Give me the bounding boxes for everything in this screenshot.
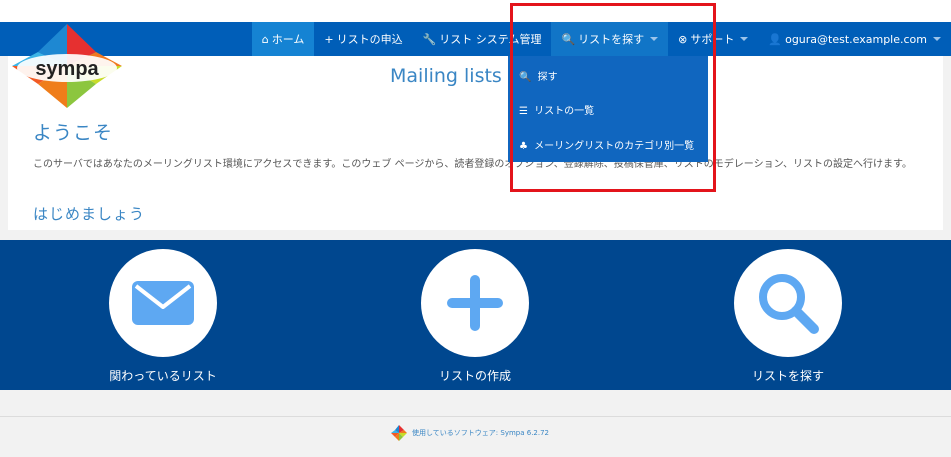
search-icon (759, 274, 819, 334)
welcome-heading: ようこそ (33, 122, 114, 144)
feature-my-lists-label: 関わっているリスト (109, 369, 217, 383)
envelope-icon (132, 281, 194, 325)
welcome-description: このサーバではあなたのメーリングリスト環境にアクセスできます。このウェブ ページ… (33, 159, 912, 170)
feature-create-list-label: リストの作成 (438, 369, 511, 383)
logo-text: sympa (35, 58, 99, 80)
feature-my-lists[interactable]: 関わっているリスト (93, 249, 233, 384)
feature-create-list-circle (421, 249, 529, 357)
get-started-heading: はじめましょう (33, 205, 146, 223)
footer-software-link[interactable]: 使用しているソフトウェア: Sympa 6.2.72 (412, 428, 549, 438)
plus-icon: + (324, 32, 334, 46)
feature-create-list[interactable]: リストの作成 (405, 249, 545, 384)
feature-search-lists-label: リストを探す (751, 369, 824, 383)
home-icon: ⌂ (261, 32, 269, 46)
nav-home[interactable]: ⌂ ホーム (251, 22, 315, 56)
navbar: ⌂ ホーム + リストの申込 🔧 リスト システム管理 🔍 リストを探す ⊗ サ… (0, 22, 951, 56)
user-icon: 👤 (768, 32, 783, 46)
highlight-box (510, 3, 716, 192)
wrench-icon: 🔧 (422, 32, 437, 46)
top-strip (0, 0, 951, 22)
chevron-down-icon (740, 37, 749, 41)
footer-content: 使用しているソフトウェア: Sympa 6.2.72 (391, 425, 549, 441)
nav-home-label: ホーム (271, 33, 305, 46)
sympa-small-logo-icon[interactable] (391, 425, 407, 441)
nav-request-list[interactable]: + リストの申込 (314, 22, 412, 56)
nav-user[interactable]: 👤 ogura@test.example.com (758, 22, 951, 56)
nav-user-label: ogura@test.example.com (785, 32, 927, 46)
feature-search-lists-circle (734, 249, 842, 357)
sympa-logo[interactable]: sympa (10, 22, 124, 110)
page-title: Mailing lists s (390, 65, 518, 87)
nav-request-list-label: リストの申込 (336, 33, 403, 46)
plus-icon (447, 275, 503, 331)
feature-my-lists-circle (109, 249, 217, 357)
footer: 使用しているソフトウェア: Sympa 6.2.72 (0, 416, 951, 457)
feature-search-lists[interactable]: リストを探す (718, 249, 858, 384)
chevron-down-icon (933, 37, 941, 41)
